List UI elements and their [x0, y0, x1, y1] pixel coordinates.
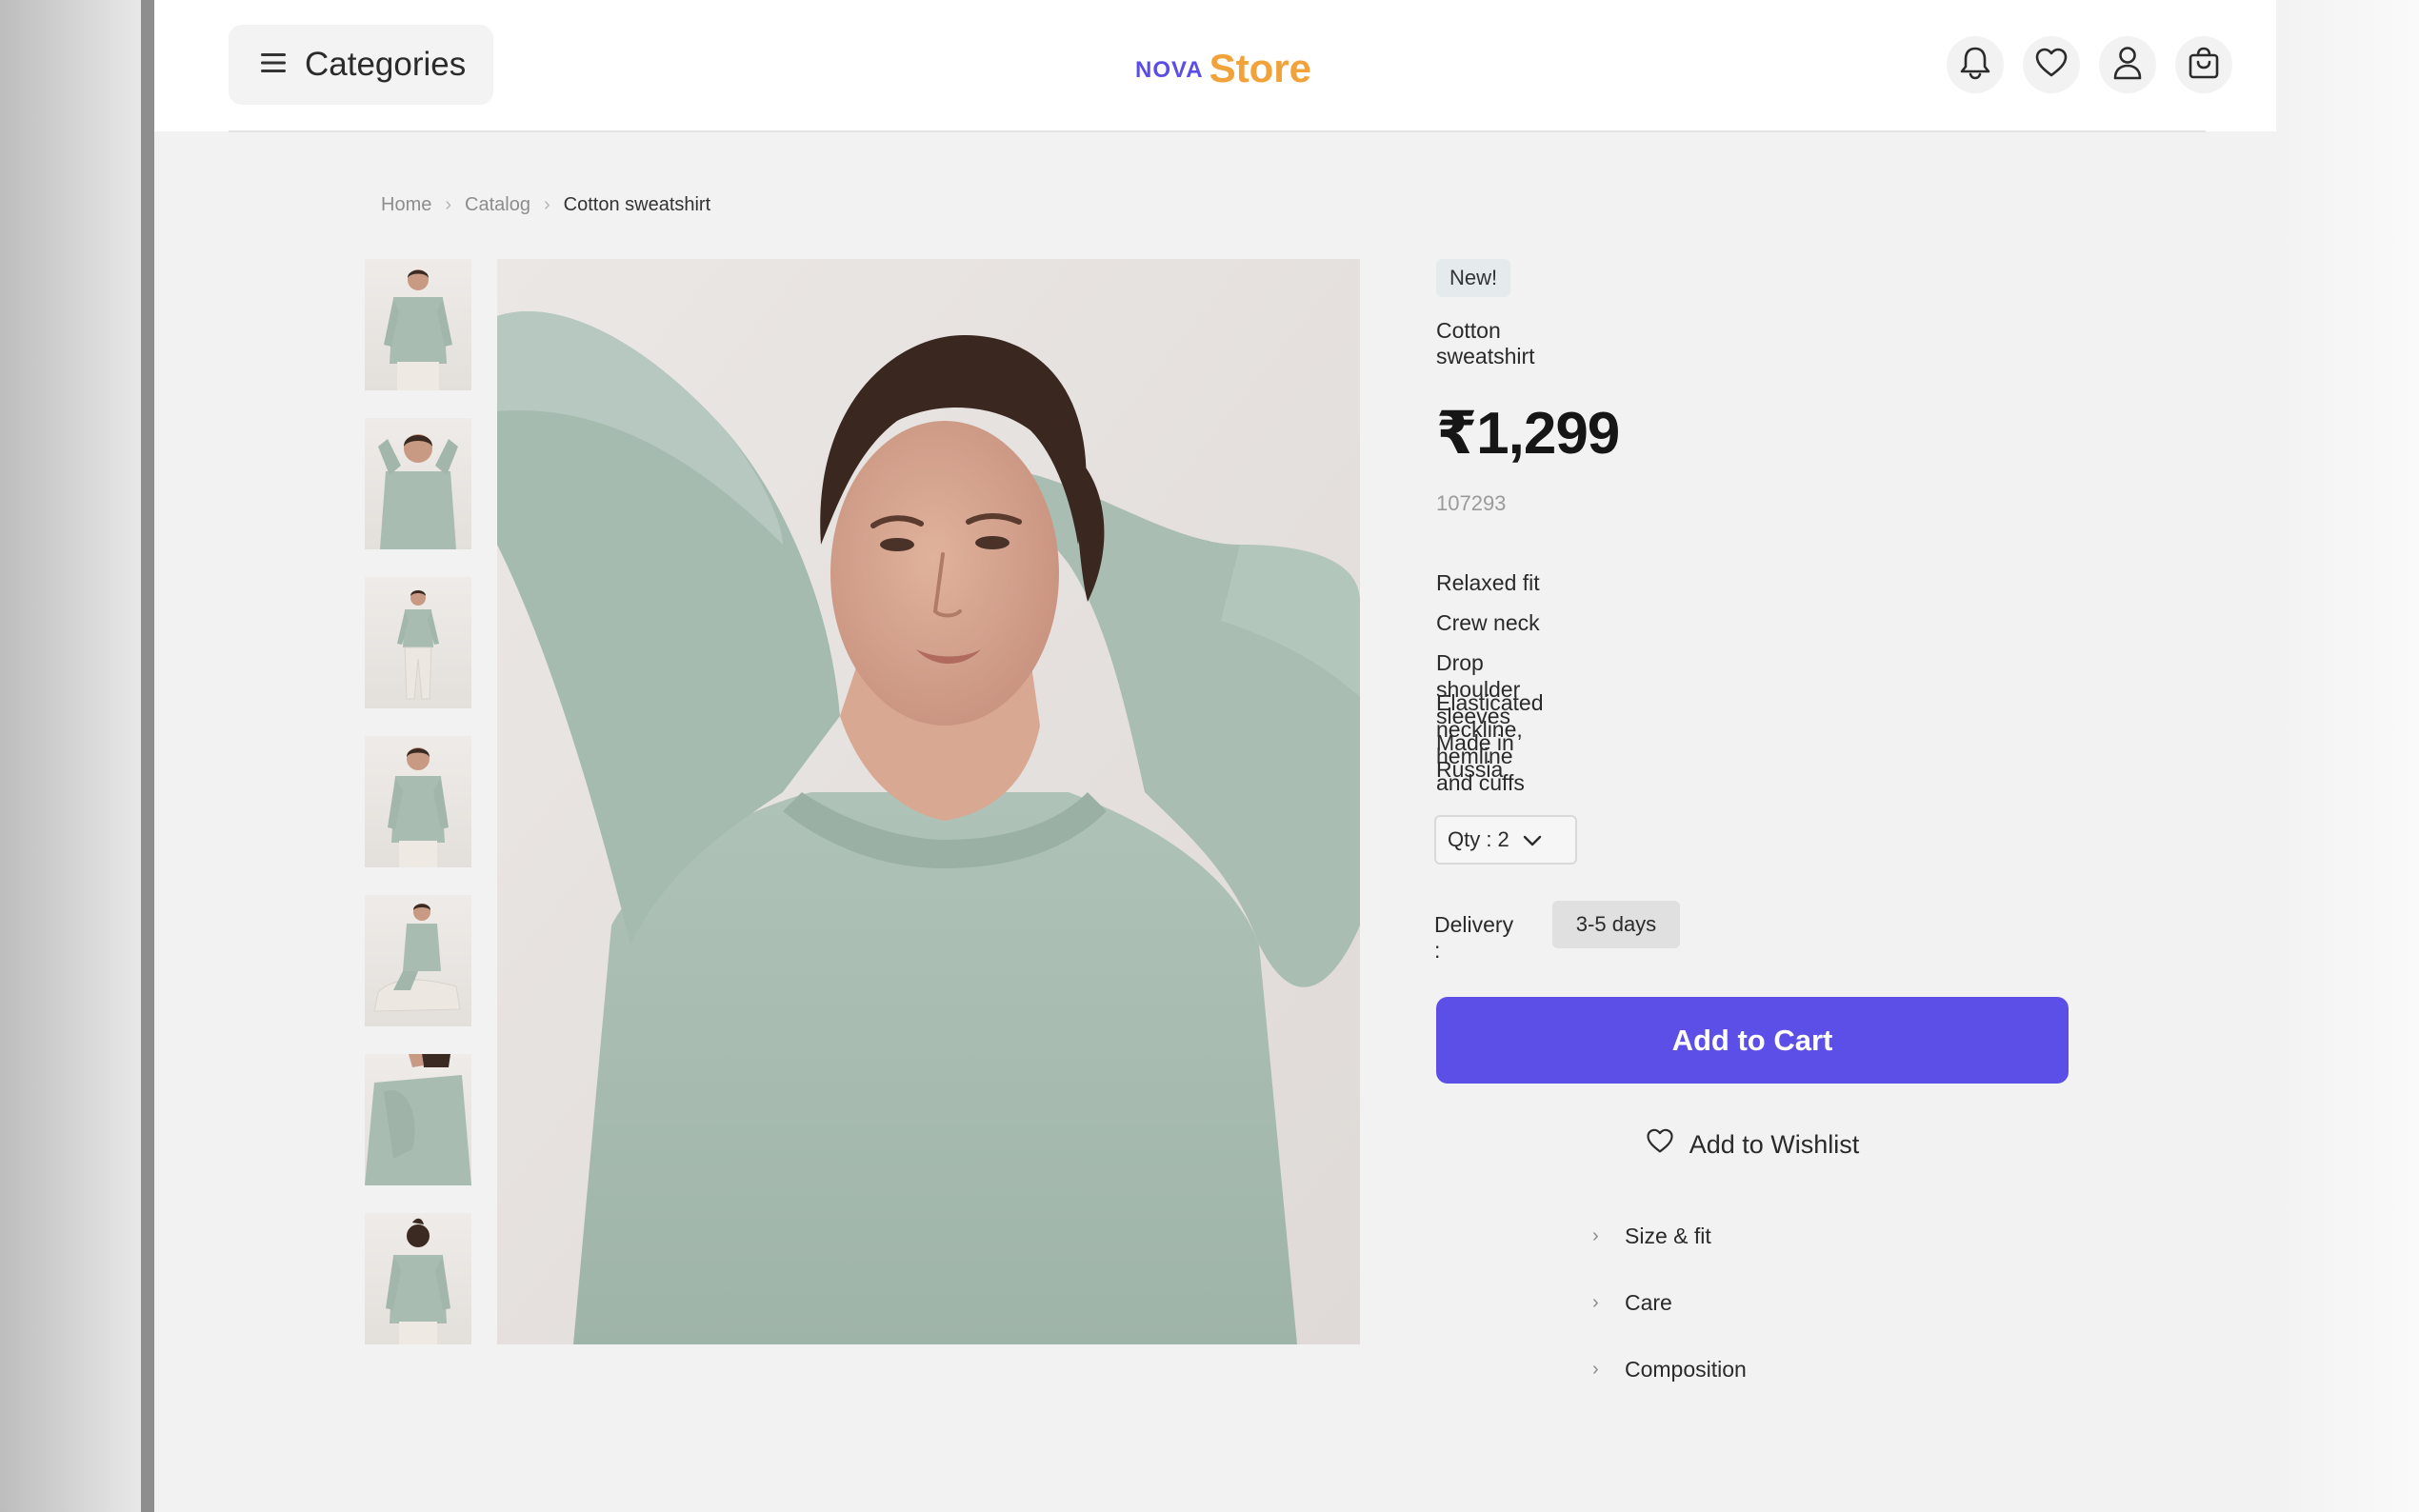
thumbnail-1[interactable] [365, 259, 471, 390]
logo-main: Store [1209, 46, 1311, 90]
quantity-select[interactable]: Qty : 2 [1434, 815, 1577, 865]
feature-item: Drop shoulder sleeves [1436, 650, 1521, 728]
shopping-bag-icon [2188, 46, 2220, 85]
accordion-composition[interactable]: › Composition [1592, 1350, 1878, 1388]
thumbnail-4[interactable] [365, 736, 471, 867]
product-main-image [497, 259, 1360, 1344]
bell-icon [1959, 46, 1991, 85]
feature-item: Made in Russia [1436, 730, 1514, 782]
notifications-button[interactable] [1947, 36, 2004, 93]
thumbnail-6[interactable] [365, 1054, 471, 1185]
menu-icon [261, 52, 286, 78]
window-edge [141, 0, 154, 1512]
thumbnail-5[interactable] [365, 895, 471, 1026]
quantity-label: Qty : 2 [1448, 827, 1509, 851]
add-to-cart-button[interactable]: Add to Cart [1436, 997, 2069, 1084]
thumbnail-7[interactable] [365, 1213, 471, 1344]
add-to-wishlist-label: Add to Wishlist [1689, 1129, 1860, 1159]
chevron-right-icon: › [1592, 1291, 1599, 1313]
heart-icon [1646, 1128, 1674, 1161]
breadcrumb-home[interactable]: Home [381, 194, 431, 216]
wishlist-button[interactable] [2023, 36, 2080, 93]
accordion-care[interactable]: › Care [1592, 1283, 1878, 1322]
categories-button[interactable]: Categories [229, 25, 493, 105]
account-button[interactable] [2099, 36, 2156, 93]
delivery-estimate: 3-5 days [1552, 901, 1680, 948]
thumbnail-2[interactable] [365, 418, 471, 549]
product-title: Cotton sweatshirt [1436, 318, 1535, 368]
chevron-right-icon: › [445, 193, 452, 215]
chevron-down-icon [1523, 827, 1542, 852]
accordion-size-fit[interactable]: › Size & fit [1592, 1217, 1878, 1255]
product-page: Categories NOVA Store Home › Catalog › C… [154, 0, 2276, 1512]
top-header: Categories NOVA Store [154, 0, 2276, 132]
chevron-right-icon: › [1592, 1358, 1599, 1380]
heart-icon [2034, 48, 2069, 83]
accordion-label: Care [1625, 1289, 1672, 1315]
store-logo[interactable]: NOVA Store [1135, 34, 1316, 91]
breadcrumb-current: Cotton sweatshirt [563, 193, 711, 215]
logo-prefix: NOVA [1135, 57, 1204, 83]
feature-list: Relaxed fit Crew neck Drop shoulder slee… [1436, 569, 1544, 795]
thumbnail-3[interactable] [365, 577, 471, 708]
feature-item: Relaxed fit [1436, 570, 1540, 595]
breadcrumb-catalog[interactable]: Catalog [465, 194, 530, 216]
delivery-label: Delivery : [1434, 912, 1514, 963]
header-divider [229, 130, 2206, 132]
chevron-right-icon: › [1592, 1224, 1599, 1246]
feature-item: Elasticated neckline, hemline and cuffs [1436, 690, 1544, 795]
feature-item: Crew neck [1436, 610, 1540, 635]
chevron-right-icon: › [543, 193, 550, 215]
new-badge: New! [1436, 259, 1511, 297]
accordion-label: Composition [1625, 1356, 1747, 1382]
add-to-wishlist-button[interactable]: Add to Wishlist [1436, 1124, 2069, 1165]
product-price: ₹1,299 [1436, 401, 1620, 467]
accordion-label: Size & fit [1625, 1223, 1711, 1248]
categories-label: Categories [305, 46, 467, 83]
backdrop [2276, 0, 2419, 1512]
breadcrumb: Home › Catalog › Cotton sweatshirt [381, 192, 710, 217]
product-sku: 107293 [1436, 491, 1507, 515]
cart-button[interactable] [2175, 36, 2232, 93]
user-icon [2112, 46, 2143, 85]
